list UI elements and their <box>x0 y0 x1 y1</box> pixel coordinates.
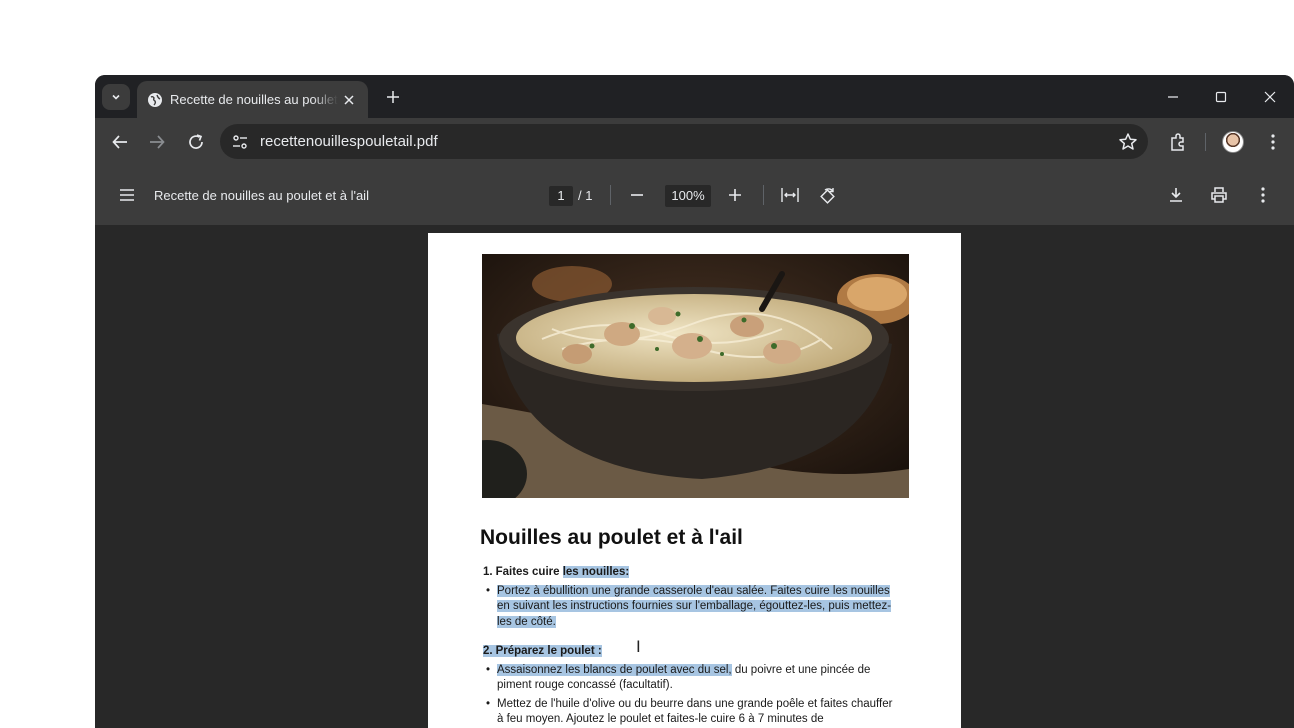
url-text: recettenouillespouletail.pdf <box>260 133 438 150</box>
print-icon <box>1211 187 1227 203</box>
tab-strip: Recette de nouilles au poulet et à l'ail <box>95 75 1294 118</box>
address-bar[interactable]: recettenouillespouletail.pdf <box>220 124 1148 159</box>
pdf-toolbar: Recette de nouilles au poulet et à l'ail… <box>95 166 1294 225</box>
selected-text: Assaisonnez les blancs de poulet avec du… <box>497 663 732 676</box>
minimize-button[interactable] <box>1161 85 1185 109</box>
pdf-viewer[interactable]: Nouilles au poulet et à l'ail 1. Faites c… <box>95 225 1294 728</box>
download-icon <box>1170 188 1182 202</box>
maximize-icon <box>1215 91 1227 103</box>
avatar[interactable] <box>1222 131 1244 153</box>
minus-icon <box>631 194 643 196</box>
noodle-bowl-illustration <box>482 254 909 498</box>
page-total: / 1 <box>578 188 593 203</box>
browser-menu-button[interactable] <box>1261 130 1285 154</box>
text-cursor-icon: I <box>636 637 641 656</box>
globe-icon <box>148 92 162 107</box>
more-icon <box>1261 187 1265 203</box>
close-window-button[interactable] <box>1258 85 1282 109</box>
zoom-input[interactable]: 100% <box>665 185 711 207</box>
document-heading: Nouilles au poulet et à l'ail <box>480 526 743 549</box>
browser-toolbar: recettenouillespouletail.pdf <box>95 118 1294 166</box>
tab-title: Recette de nouilles au poulet et à l'ail <box>170 92 338 107</box>
new-tab-button[interactable] <box>381 85 405 109</box>
plus-icon <box>729 189 741 201</box>
chevron-down-icon <box>112 94 120 100</box>
selected-text: les nouilles: <box>562 566 630 578</box>
step-number: 1. <box>483 566 493 578</box>
step-1-bullet: Portez à ébullition une grande casserole… <box>480 584 900 631</box>
toolbar-separator <box>610 185 611 205</box>
menu-icon <box>120 189 134 201</box>
back-button[interactable] <box>108 130 132 154</box>
bullet-text: Mettez de l'huile d'olive ou du beurre d… <box>497 697 893 726</box>
reload-button[interactable] <box>184 130 208 154</box>
toolbar-divider <box>1205 133 1206 151</box>
step-1-heading: 1. Faites cuire les nouilles: <box>483 565 900 581</box>
extensions-icon <box>1171 133 1184 151</box>
maximize-button[interactable] <box>1209 85 1233 109</box>
recipe-steps: 1.Faites cuire les nouilles: Portez à éb… <box>480 565 900 728</box>
tune-icon <box>233 135 247 149</box>
plus-icon <box>387 91 399 103</box>
recipe-photo <box>482 254 909 498</box>
star-icon <box>1119 133 1137 150</box>
back-icon <box>112 135 127 149</box>
extensions-button[interactable] <box>1166 130 1190 154</box>
site-info-button[interactable] <box>228 130 252 154</box>
fit-width-icon <box>781 188 799 202</box>
more-icon <box>1271 134 1275 150</box>
close-icon <box>1264 91 1276 103</box>
pdf-sidebar-button[interactable] <box>115 183 139 207</box>
step-2-bullet-2: Mettez de l'huile d'olive ou du beurre d… <box>480 697 900 728</box>
rotate-button[interactable] <box>816 183 840 207</box>
browser-window: Recette de nouilles au poulet et à l'ail <box>95 75 1294 728</box>
close-tab-button[interactable] <box>340 91 358 109</box>
rotate-icon <box>820 188 835 204</box>
zoom-out-button[interactable] <box>625 183 649 207</box>
forward-button[interactable] <box>145 130 169 154</box>
selected-text: Portez à ébullition une grande casserole… <box>497 584 892 628</box>
tab-search-button[interactable] <box>102 84 130 110</box>
reload-icon <box>189 134 203 149</box>
step-text: Préparez le poulet : <box>495 645 602 657</box>
step-2-heading: 2. Préparez le poulet : <box>483 644 900 660</box>
step-number: 2. <box>483 645 493 657</box>
minimize-icon <box>1168 96 1178 98</box>
print-button[interactable] <box>1207 183 1231 207</box>
fit-page-button[interactable] <box>778 183 802 207</box>
forward-icon <box>150 135 165 149</box>
zoom-in-button[interactable] <box>723 183 747 207</box>
step-text: Faites cuire <box>495 566 563 578</box>
step-2-bullet-1: Assaisonnez les blancs de poulet avec du… <box>480 663 900 694</box>
toolbar-separator <box>763 185 764 205</box>
bookmark-button[interactable] <box>1116 130 1140 154</box>
close-icon <box>344 94 354 105</box>
pdf-page: Nouilles au poulet et à l'ail 1. Faites c… <box>428 233 961 728</box>
pdf-more-button[interactable] <box>1251 183 1275 207</box>
download-button[interactable] <box>1164 183 1188 207</box>
page-number-input[interactable]: 1 <box>549 186 573 206</box>
pdf-title: Recette de nouilles au poulet et à l'ail <box>154 188 369 203</box>
active-tab[interactable]: Recette de nouilles au poulet et à l'ail <box>137 81 368 118</box>
